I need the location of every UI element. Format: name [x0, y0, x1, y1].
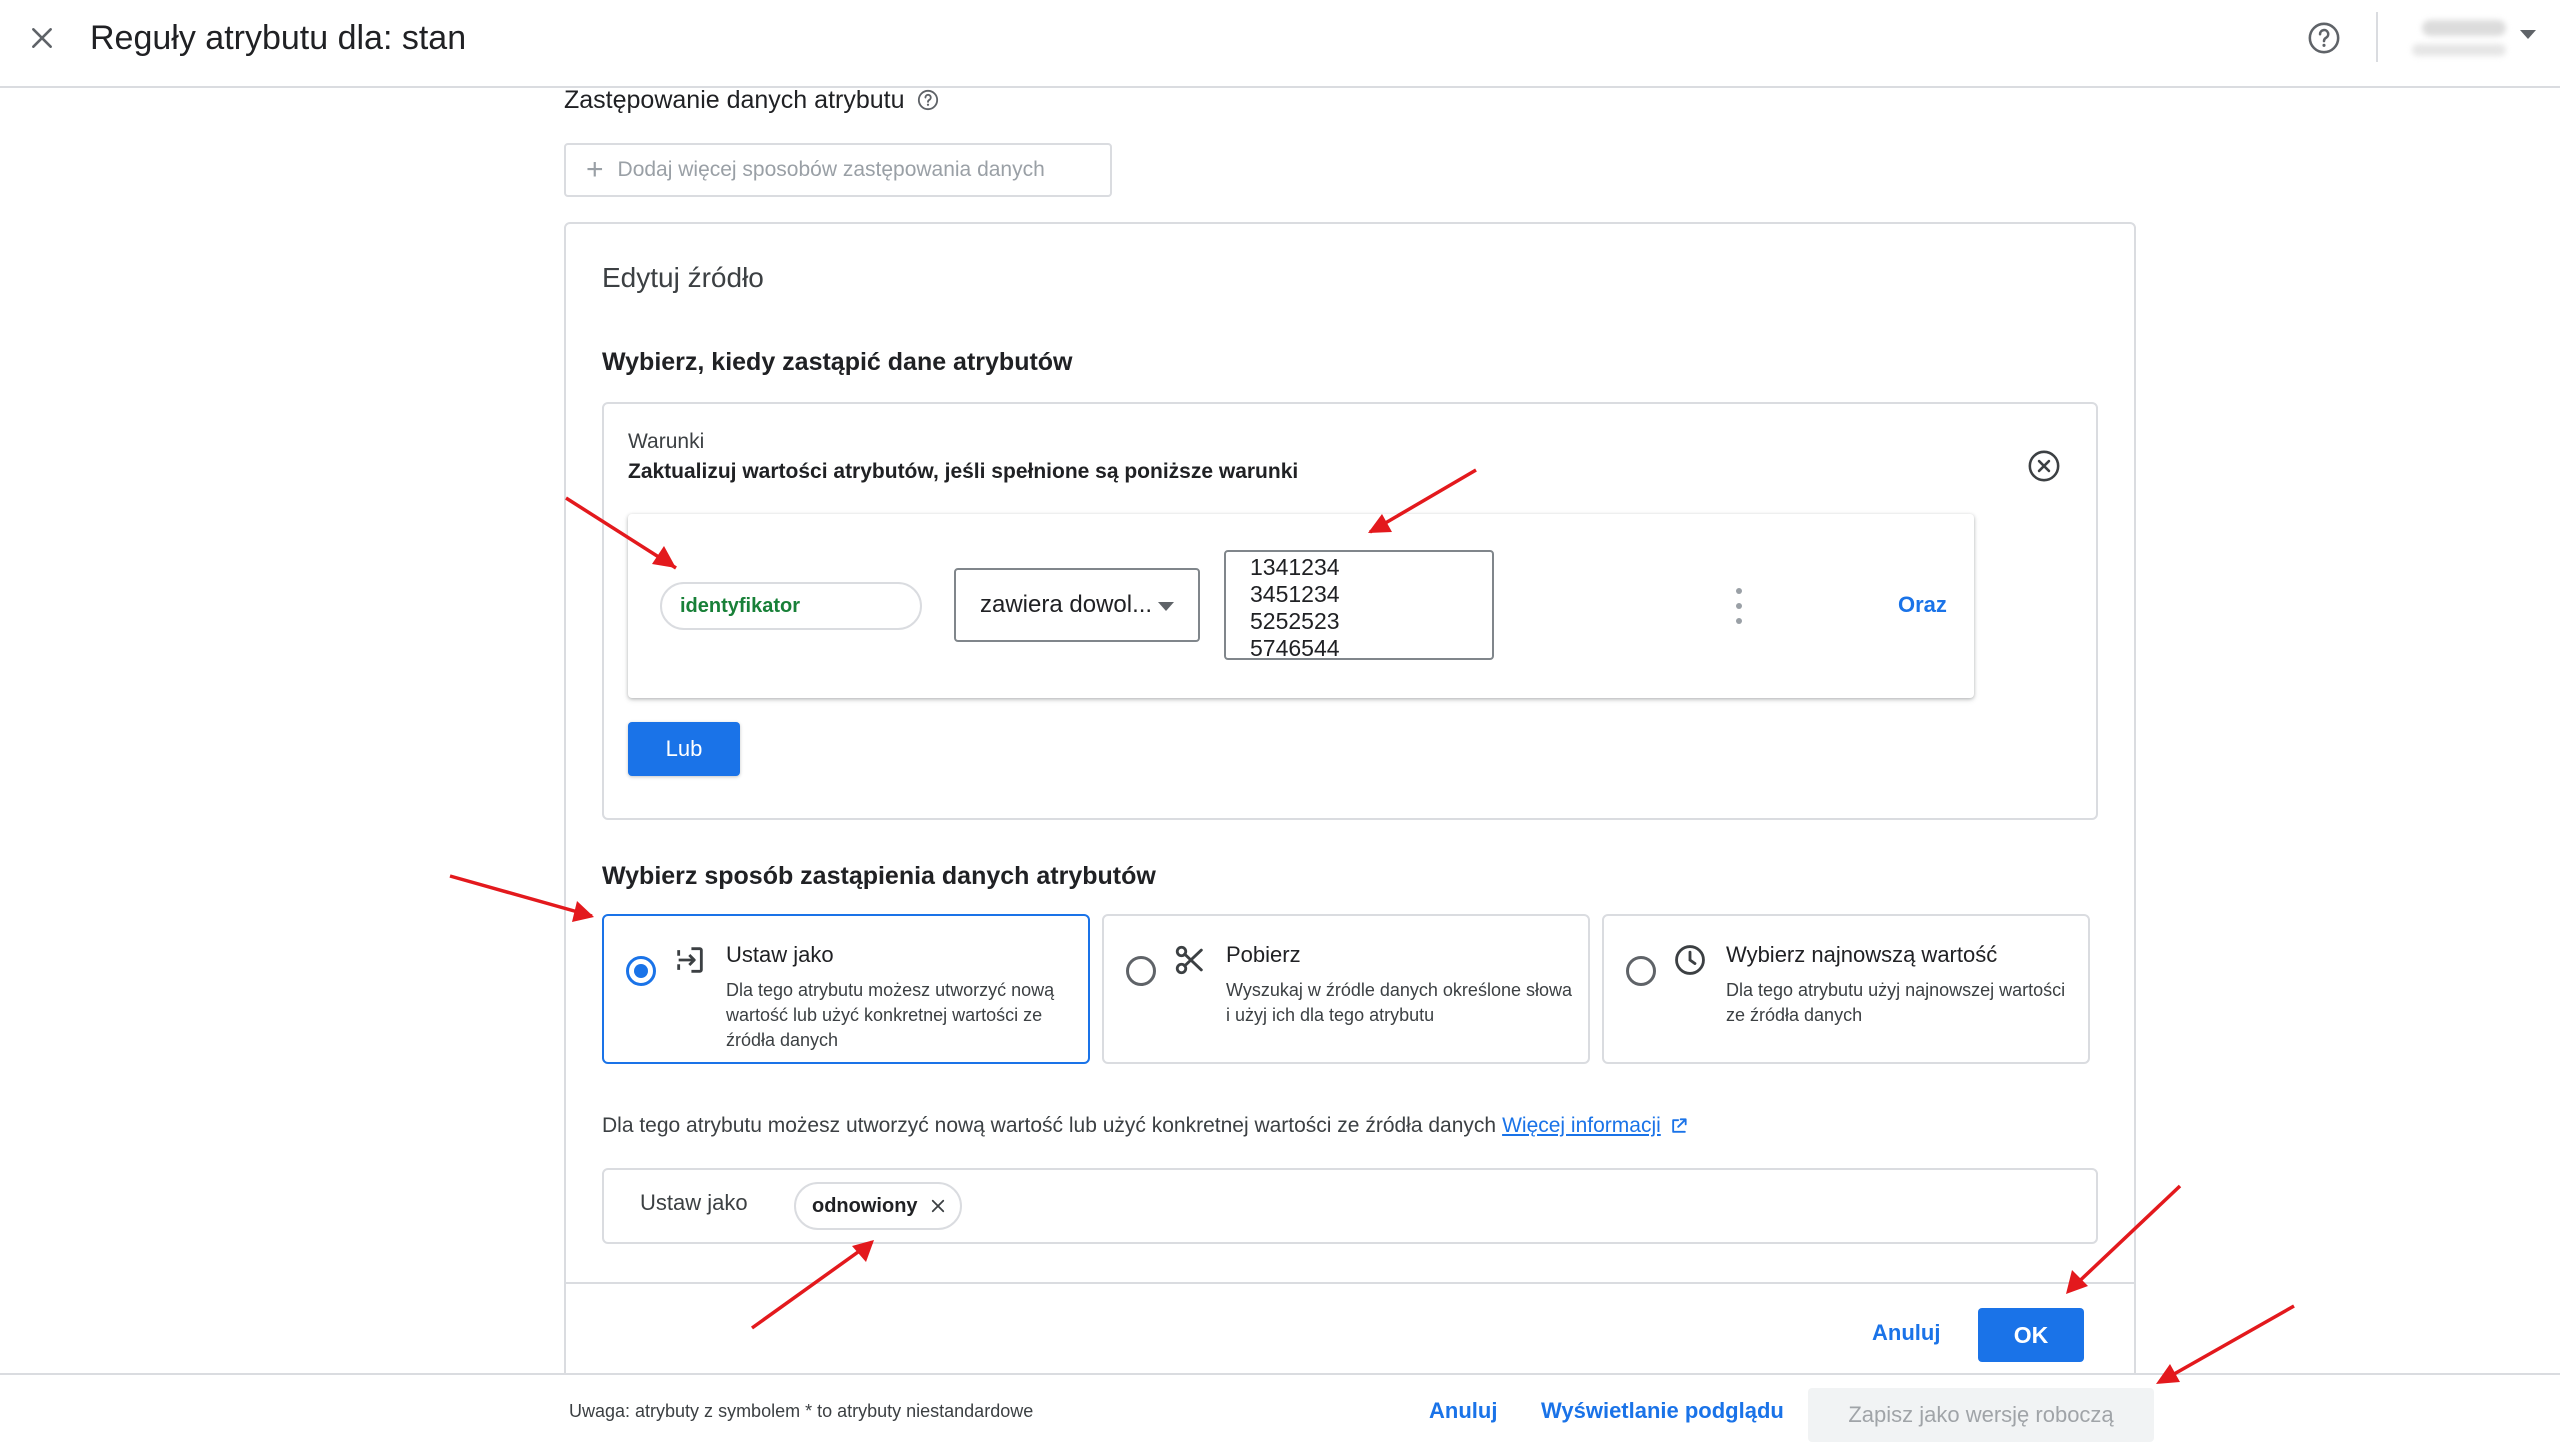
option-title: Wybierz najnowszą wartość	[1726, 942, 1998, 967]
chevron-down-icon	[1158, 602, 1174, 611]
value-line: 1341234	[1250, 554, 1340, 580]
when-replace-label: Wybierz, kiedy zastąpić dane atrybutów	[602, 348, 1073, 376]
value-line: 3451234	[1250, 581, 1340, 607]
radio-latest-value[interactable]	[1626, 956, 1656, 986]
more-info-link[interactable]: Więcej informacji	[1502, 1114, 1661, 1138]
section-title-text: Zastępowanie danych atrybutu	[564, 86, 905, 114]
set-as-icon	[672, 942, 708, 978]
footer-bar	[0, 1373, 2560, 1447]
cancel-circle-icon	[2028, 450, 2060, 482]
option-description: Wyszukaj w źródle danych określone słowa…	[1226, 980, 1572, 1025]
set-as-value: odnowiony	[812, 1194, 918, 1217]
footer-cancel-button[interactable]: Anuluj	[1429, 1398, 1497, 1424]
add-more-methods-button[interactable]: + Dodaj więcej sposobów zastępowania dan…	[564, 143, 1112, 197]
footer-note: Uwaga: atrybuty z symbolem * to atrybuty…	[569, 1401, 1034, 1421]
scissors-icon	[1172, 942, 1208, 978]
help-icon	[2308, 22, 2340, 54]
option-title: Pobierz	[1226, 942, 1301, 967]
info-text: Dla tego atrybutu możesz utworzyć nową w…	[602, 1114, 1497, 1137]
option-title: Ustaw jako	[726, 942, 834, 967]
set-as-label: Ustaw jako	[640, 1190, 748, 1215]
chevron-down-icon[interactable]	[2520, 30, 2536, 39]
operator-select[interactable]: zawiera dowol...	[954, 568, 1200, 642]
page-title: Reguły atrybutu dla: stan	[90, 19, 467, 57]
option-description: Dla tego atrybutu użyj najnowszej wartoś…	[1726, 980, 2066, 1025]
ok-button[interactable]: OK	[1978, 1308, 2084, 1362]
option-latest-value[interactable]: Wybierz najnowszą wartość Dla tego atryb…	[1602, 914, 2090, 1064]
close-button[interactable]	[22, 18, 62, 58]
top-bar: Reguły atrybutu dla: stan	[0, 0, 2560, 88]
and-button[interactable]: Oraz	[1898, 592, 1947, 618]
remove-conditions-button[interactable]	[2024, 446, 2064, 486]
option-extract[interactable]: Pobierz Wyszukaj w źródle danych określo…	[1102, 914, 1590, 1064]
option-set-as[interactable]: Ustaw jako Dla tego atrybutu możesz utwo…	[602, 914, 1090, 1064]
close-icon	[32, 28, 52, 48]
option-description: Dla tego atrybutu możesz utworzyć nową w…	[726, 980, 1055, 1050]
help-icon[interactable]	[917, 89, 939, 111]
clock-icon	[1672, 942, 1708, 978]
radio-set-as[interactable]	[626, 956, 656, 986]
plus-icon: +	[586, 153, 604, 186]
preview-button[interactable]: Wyświetlanie podglądu	[1541, 1398, 1784, 1424]
info-line: Dla tego atrybutu możesz utworzyć nową w…	[602, 1114, 1689, 1138]
card-cancel-button[interactable]: Anuluj	[1872, 1320, 1940, 1346]
card-title: Edytuj źródło	[602, 262, 764, 293]
set-as-value-chip[interactable]: odnowiony	[794, 1182, 962, 1230]
section-title: Zastępowanie danych atrybutu	[564, 84, 939, 116]
operator-value: zawiera dowol...	[980, 591, 1153, 618]
how-replace-label: Wybierz sposób zastąpienia danych atrybu…	[602, 862, 1156, 890]
account-id-blurred	[2412, 44, 2506, 56]
more-vert-icon[interactable]	[1724, 588, 1754, 624]
account-name-blurred	[2422, 20, 2506, 36]
conditions-description: Zaktualizuj wartości atrybutów, jeśli sp…	[628, 460, 1299, 483]
conditions-title: Warunki	[628, 430, 705, 453]
or-button[interactable]: Lub	[628, 722, 740, 776]
account-switcher[interactable]	[2404, 14, 2514, 64]
card-divider	[566, 1282, 2134, 1284]
values-textarea[interactable]: 1341234 3451234 5252523 5746544	[1224, 550, 1494, 660]
add-more-label: Dodaj więcej sposobów zastępowania danyc…	[617, 158, 1045, 181]
value-line: 5252523	[1250, 608, 1340, 634]
radio-extract[interactable]	[1126, 956, 1156, 986]
attribute-chip[interactable]: identyfikator	[660, 582, 922, 630]
open-in-new-icon[interactable]	[1669, 1116, 1689, 1136]
help-button[interactable]	[2304, 18, 2344, 58]
close-icon[interactable]	[928, 1196, 948, 1216]
value-line: 5746544	[1250, 635, 1340, 660]
save-draft-button[interactable]: Zapisz jako wersję roboczą	[1808, 1388, 2154, 1442]
header-divider	[2376, 12, 2378, 62]
